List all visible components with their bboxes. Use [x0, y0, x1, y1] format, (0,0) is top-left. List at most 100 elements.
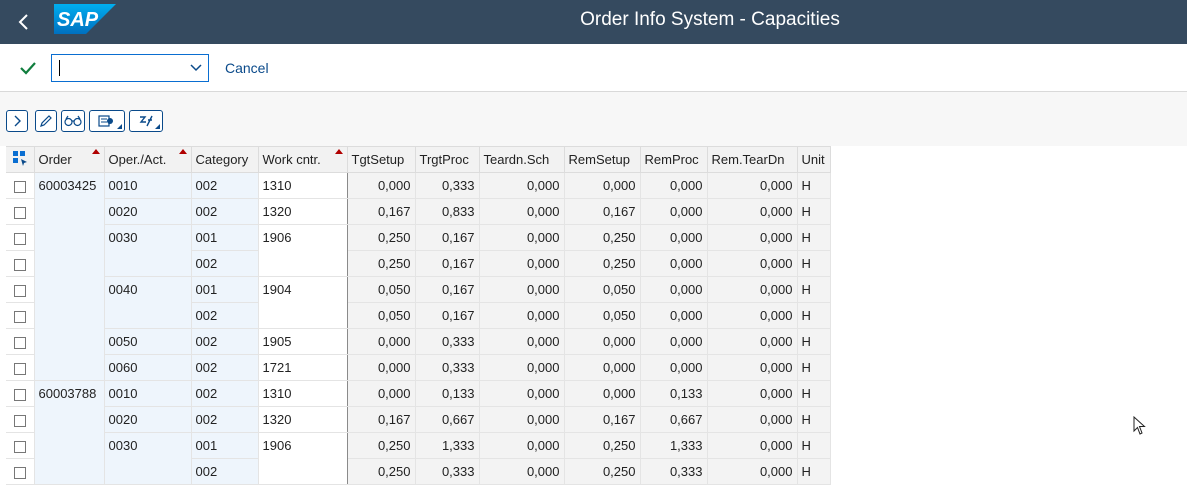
back-button[interactable] — [8, 6, 40, 38]
cell-order[interactable]: 60003788 — [34, 380, 105, 407]
cell-order[interactable] — [34, 432, 105, 459]
edit-button[interactable] — [35, 110, 57, 132]
row-selector[interactable] — [6, 198, 35, 225]
column-header-order[interactable]: Order — [34, 146, 105, 173]
sum-menu-button[interactable] — [129, 110, 163, 132]
cell-rem-setup[interactable]: 0,050 — [564, 302, 641, 329]
cell-work-center[interactable]: 1904 — [258, 276, 348, 303]
cell-rem-proc[interactable]: 0,000 — [640, 302, 708, 329]
cell-work-center[interactable]: 1310 — [258, 172, 348, 199]
cell-work-center[interactable]: 1906 — [258, 432, 348, 459]
cell-rem-teardown[interactable]: 0,000 — [707, 224, 798, 251]
cell-work-center[interactable] — [258, 458, 348, 485]
table-row[interactable]: 60003425 0010 002 1310 0,000 0,333 0,000 0,000 0… — [6, 172, 831, 199]
cell-operation[interactable]: 0040 — [104, 276, 192, 303]
cell-tgt-setup[interactable]: 0,000 — [347, 380, 416, 407]
cell-rem-teardown[interactable]: 0,000 — [707, 172, 798, 199]
table-row[interactable]: 0050 002 1905 0,000 0,333 0,000 0,000 0,000 0,00… — [6, 328, 831, 355]
cell-operation[interactable] — [104, 302, 192, 329]
cell-trgt-proc[interactable]: 0,167 — [415, 224, 480, 251]
cell-unit[interactable]: H — [797, 354, 831, 381]
cell-rem-teardown[interactable]: 0,000 — [707, 380, 798, 407]
cell-operation[interactable]: 0010 — [104, 172, 192, 199]
row-selector[interactable] — [6, 250, 35, 277]
cell-category[interactable]: 001 — [191, 276, 259, 303]
cell-rem-setup[interactable]: 0,250 — [564, 224, 641, 251]
table-row[interactable]: 0040 001 1904 0,050 0,167 0,000 0,050 0,000 0,00… — [6, 276, 831, 303]
table-row[interactable]: 002 0,050 0,167 0,000 0,050 0,000 0,000 H — [6, 302, 831, 329]
cell-rem-teardown[interactable]: 0,000 — [707, 328, 798, 355]
cell-order[interactable] — [34, 328, 105, 355]
row-selector[interactable] — [6, 302, 35, 329]
cell-rem-teardown[interactable]: 0,000 — [707, 276, 798, 303]
chevron-down-icon[interactable] — [188, 60, 204, 76]
cell-teardown-sched[interactable]: 0,000 — [479, 250, 565, 277]
confirm-button[interactable] — [16, 56, 40, 80]
row-checkbox[interactable] — [13, 336, 26, 349]
cell-category[interactable]: 002 — [191, 354, 259, 381]
table-row[interactable]: 0020 002 1320 0,167 0,667 0,000 0,167 0,667 0,00… — [6, 406, 831, 433]
cell-teardown-sched[interactable]: 0,000 — [479, 432, 565, 459]
cell-category[interactable]: 001 — [191, 432, 259, 459]
settings-menu-button[interactable] — [89, 110, 125, 132]
cell-tgt-setup[interactable]: 0,000 — [347, 172, 416, 199]
cell-operation[interactable]: 0060 — [104, 354, 192, 381]
cell-work-center[interactable] — [258, 250, 348, 277]
cell-rem-setup[interactable]: 0,167 — [564, 406, 641, 433]
cell-trgt-proc[interactable]: 0,133 — [415, 380, 480, 407]
cell-category[interactable]: 002 — [191, 302, 259, 329]
row-checkbox[interactable] — [13, 232, 26, 245]
cell-rem-setup[interactable]: 0,000 — [564, 354, 641, 381]
cell-teardown-sched[interactable]: 0,000 — [479, 380, 565, 407]
cell-rem-setup[interactable]: 0,167 — [564, 198, 641, 225]
column-header-rem-proc[interactable]: RemProc — [640, 146, 708, 173]
row-checkbox[interactable] — [13, 414, 26, 427]
row-selector[interactable] — [6, 432, 35, 459]
cell-rem-proc[interactable]: 0,000 — [640, 328, 708, 355]
cell-tgt-setup[interactable]: 0,050 — [347, 276, 416, 303]
cell-order[interactable] — [34, 354, 105, 381]
cell-unit[interactable]: H — [797, 380, 831, 407]
cell-trgt-proc[interactable]: 0,667 — [415, 406, 480, 433]
cell-rem-teardown[interactable]: 0,000 — [707, 198, 798, 225]
cell-rem-proc[interactable]: 0,133 — [640, 380, 708, 407]
column-header-work-center[interactable]: Work cntr. — [257, 146, 348, 173]
cell-rem-setup[interactable]: 0,250 — [564, 250, 641, 277]
cell-trgt-proc[interactable]: 0,333 — [415, 328, 480, 355]
cell-rem-proc[interactable]: 0,000 — [640, 250, 708, 277]
cell-rem-setup[interactable]: 0,050 — [564, 276, 641, 303]
column-header-trgt-proc[interactable]: TrgtProc — [415, 146, 480, 173]
cell-trgt-proc[interactable]: 0,833 — [415, 198, 480, 225]
table-row[interactable]: 0060 002 1721 0,000 0,333 0,000 0,000 0,000 0,00… — [6, 354, 831, 381]
cell-tgt-setup[interactable]: 0,050 — [347, 302, 416, 329]
command-field[interactable] — [51, 54, 209, 82]
column-header-operation[interactable]: Oper./Act. — [104, 146, 192, 173]
cell-unit[interactable]: H — [797, 172, 831, 199]
cell-work-center[interactable]: 1320 — [258, 406, 348, 433]
cell-work-center[interactable]: 1906 — [258, 224, 348, 251]
cell-tgt-setup[interactable]: 0,250 — [347, 432, 416, 459]
cell-tgt-setup[interactable]: 0,000 — [347, 354, 416, 381]
cell-unit[interactable]: H — [797, 276, 831, 303]
select-all-header[interactable] — [6, 146, 35, 173]
cell-operation[interactable]: 0020 — [104, 198, 192, 225]
cell-order[interactable] — [34, 198, 105, 225]
cell-category[interactable]: 002 — [191, 380, 259, 407]
table-row[interactable]: 002 0,250 0,333 0,000 0,250 0,333 0,000 H — [6, 458, 831, 485]
row-selector[interactable] — [6, 276, 35, 303]
cell-unit[interactable]: H — [797, 302, 831, 329]
cell-tgt-setup[interactable]: 0,250 — [347, 250, 416, 277]
row-checkbox[interactable] — [13, 180, 26, 193]
cell-tgt-setup[interactable]: 0,250 — [347, 458, 416, 485]
cell-rem-teardown[interactable]: 0,000 — [707, 432, 798, 459]
cell-trgt-proc[interactable]: 1,333 — [415, 432, 480, 459]
cell-rem-setup[interactable]: 0,000 — [564, 380, 641, 407]
cell-teardown-sched[interactable]: 0,000 — [479, 354, 565, 381]
column-header-unit[interactable]: Unit — [797, 146, 831, 173]
cell-rem-teardown[interactable]: 0,000 — [707, 354, 798, 381]
cell-teardown-sched[interactable]: 0,000 — [479, 458, 565, 485]
cell-order[interactable] — [34, 276, 105, 303]
cell-trgt-proc[interactable]: 0,333 — [415, 458, 480, 485]
row-checkbox[interactable] — [13, 388, 26, 401]
row-checkbox[interactable] — [13, 206, 26, 219]
